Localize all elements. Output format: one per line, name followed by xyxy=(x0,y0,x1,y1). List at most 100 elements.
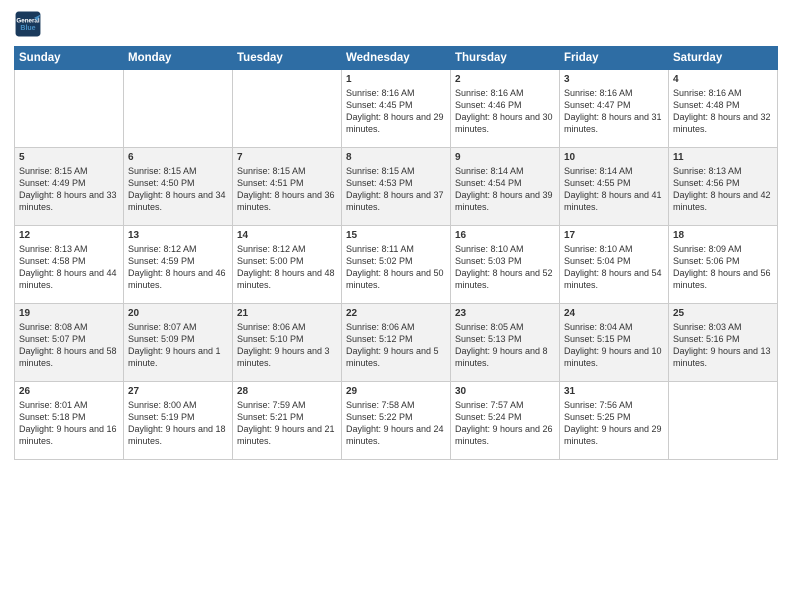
day-number: 11 xyxy=(673,152,773,163)
day-number: 8 xyxy=(346,152,446,163)
calendar-cell: 27 Sunrise: 8:00 AM Sunset: 5:19 PM Dayli… xyxy=(124,382,233,460)
day-number: 24 xyxy=(564,308,664,319)
day-number: 14 xyxy=(237,230,337,241)
day-number: 7 xyxy=(237,152,337,163)
day-number: 31 xyxy=(564,386,664,397)
calendar-table: SundayMondayTuesdayWednesdayThursdayFrid… xyxy=(14,46,778,460)
weekday-header-thursday: Thursday xyxy=(451,47,560,70)
calendar-cell: 21 Sunrise: 8:06 AM Sunset: 5:10 PM Dayli… xyxy=(233,304,342,382)
week-row-1: 5 Sunrise: 8:15 AM Sunset: 4:49 PM Daylig… xyxy=(15,148,778,226)
calendar-cell: 10 Sunrise: 8:14 AM Sunset: 4:55 PM Dayli… xyxy=(560,148,669,226)
calendar-cell: 23 Sunrise: 8:05 AM Sunset: 5:13 PM Dayli… xyxy=(451,304,560,382)
day-number: 15 xyxy=(346,230,446,241)
week-row-0: 1Sunrise: 8:16 AM Sunset: 4:45 PM Daylig… xyxy=(15,70,778,148)
logo: General Blue xyxy=(14,10,42,38)
day-info: Sunrise: 8:00 AM Sunset: 5:19 PM Dayligh… xyxy=(128,399,228,448)
header: General Blue xyxy=(14,10,778,38)
day-info: Sunrise: 8:16 AM Sunset: 4:47 PM Dayligh… xyxy=(564,87,664,136)
day-info: Sunrise: 8:15 AM Sunset: 4:51 PM Dayligh… xyxy=(237,165,337,214)
day-info: Sunrise: 8:15 AM Sunset: 4:49 PM Dayligh… xyxy=(19,165,119,214)
day-number: 9 xyxy=(455,152,555,163)
day-number: 13 xyxy=(128,230,228,241)
day-info: Sunrise: 8:05 AM Sunset: 5:13 PM Dayligh… xyxy=(455,321,555,370)
day-info: Sunrise: 8:16 AM Sunset: 4:46 PM Dayligh… xyxy=(455,87,555,136)
day-number: 12 xyxy=(19,230,119,241)
day-info: Sunrise: 8:07 AM Sunset: 5:09 PM Dayligh… xyxy=(128,321,228,370)
calendar-cell: 4Sunrise: 8:16 AM Sunset: 4:48 PM Daylig… xyxy=(669,70,778,148)
calendar-cell xyxy=(15,70,124,148)
calendar-cell: 25Sunrise: 8:03 AM Sunset: 5:16 PM Dayli… xyxy=(669,304,778,382)
calendar-cell: 12 Sunrise: 8:13 AM Sunset: 4:58 PM Dayli… xyxy=(15,226,124,304)
calendar-cell: 31 Sunrise: 7:56 AM Sunset: 5:25 PM Dayli… xyxy=(560,382,669,460)
day-info: Sunrise: 8:10 AM Sunset: 5:03 PM Dayligh… xyxy=(455,243,555,292)
day-info: Sunrise: 7:57 AM Sunset: 5:24 PM Dayligh… xyxy=(455,399,555,448)
weekday-header-sunday: Sunday xyxy=(15,47,124,70)
calendar-cell: 7 Sunrise: 8:15 AM Sunset: 4:51 PM Daylig… xyxy=(233,148,342,226)
calendar-cell: 22 Sunrise: 8:06 AM Sunset: 5:12 PM Dayli… xyxy=(342,304,451,382)
calendar-cell: 5 Sunrise: 8:15 AM Sunset: 4:49 PM Daylig… xyxy=(15,148,124,226)
calendar-cell: 14 Sunrise: 8:12 AM Sunset: 5:00 PM Dayli… xyxy=(233,226,342,304)
day-number: 3 xyxy=(564,74,664,85)
calendar-cell: 29Sunrise: 7:58 AM Sunset: 5:22 PM Dayli… xyxy=(342,382,451,460)
calendar-cell: 8 Sunrise: 8:15 AM Sunset: 4:53 PM Daylig… xyxy=(342,148,451,226)
calendar-cell: 28 Sunrise: 7:59 AM Sunset: 5:21 PM Dayli… xyxy=(233,382,342,460)
day-number: 25 xyxy=(673,308,773,319)
day-number: 6 xyxy=(128,152,228,163)
calendar-cell: 3 Sunrise: 8:16 AM Sunset: 4:47 PM Daylig… xyxy=(560,70,669,148)
day-info: Sunrise: 8:12 AM Sunset: 5:00 PM Dayligh… xyxy=(237,243,337,292)
calendar-cell: 9 Sunrise: 8:14 AM Sunset: 4:54 PM Daylig… xyxy=(451,148,560,226)
day-info: Sunrise: 8:11 AM Sunset: 5:02 PM Dayligh… xyxy=(346,243,446,292)
day-number: 19 xyxy=(19,308,119,319)
svg-text:Blue: Blue xyxy=(20,25,35,32)
day-info: Sunrise: 8:14 AM Sunset: 4:55 PM Dayligh… xyxy=(564,165,664,214)
calendar-cell: 6Sunrise: 8:15 AM Sunset: 4:50 PM Daylig… xyxy=(124,148,233,226)
day-info: Sunrise: 8:04 AM Sunset: 5:15 PM Dayligh… xyxy=(564,321,664,370)
day-number: 18 xyxy=(673,230,773,241)
day-number: 29 xyxy=(346,386,446,397)
day-number: 2 xyxy=(455,74,555,85)
weekday-header-wednesday: Wednesday xyxy=(342,47,451,70)
calendar-cell: 24 Sunrise: 8:04 AM Sunset: 5:15 PM Dayli… xyxy=(560,304,669,382)
day-info: Sunrise: 7:59 AM Sunset: 5:21 PM Dayligh… xyxy=(237,399,337,448)
calendar-cell xyxy=(124,70,233,148)
day-info: Sunrise: 7:56 AM Sunset: 5:25 PM Dayligh… xyxy=(564,399,664,448)
day-number: 22 xyxy=(346,308,446,319)
calendar-cell: 2 Sunrise: 8:16 AM Sunset: 4:46 PM Daylig… xyxy=(451,70,560,148)
calendar-cell: 16 Sunrise: 8:10 AM Sunset: 5:03 PM Dayli… xyxy=(451,226,560,304)
day-number: 10 xyxy=(564,152,664,163)
day-number: 23 xyxy=(455,308,555,319)
day-number: 26 xyxy=(19,386,119,397)
day-number: 28 xyxy=(237,386,337,397)
day-info: Sunrise: 8:15 AM Sunset: 4:53 PM Dayligh… xyxy=(346,165,446,214)
day-info: Sunrise: 8:06 AM Sunset: 5:10 PM Dayligh… xyxy=(237,321,337,370)
day-number: 17 xyxy=(564,230,664,241)
day-info: Sunrise: 8:12 AM Sunset: 4:59 PM Dayligh… xyxy=(128,243,228,292)
day-number: 16 xyxy=(455,230,555,241)
calendar-cell: 26Sunrise: 8:01 AM Sunset: 5:18 PM Dayli… xyxy=(15,382,124,460)
page-container: General Blue SundayMondayTuesdayWednesda… xyxy=(0,0,792,466)
day-number: 1 xyxy=(346,74,446,85)
day-number: 20 xyxy=(128,308,228,319)
day-number: 5 xyxy=(19,152,119,163)
day-info: Sunrise: 8:13 AM Sunset: 4:58 PM Dayligh… xyxy=(19,243,119,292)
week-row-3: 19Sunrise: 8:08 AM Sunset: 5:07 PM Dayli… xyxy=(15,304,778,382)
weekday-header-row: SundayMondayTuesdayWednesdayThursdayFrid… xyxy=(15,47,778,70)
day-number: 21 xyxy=(237,308,337,319)
day-info: Sunrise: 8:06 AM Sunset: 5:12 PM Dayligh… xyxy=(346,321,446,370)
calendar-cell xyxy=(669,382,778,460)
logo-icon: General Blue xyxy=(14,10,42,38)
weekday-header-saturday: Saturday xyxy=(669,47,778,70)
day-number: 30 xyxy=(455,386,555,397)
calendar-cell: 20 Sunrise: 8:07 AM Sunset: 5:09 PM Dayli… xyxy=(124,304,233,382)
calendar-cell: 1Sunrise: 8:16 AM Sunset: 4:45 PM Daylig… xyxy=(342,70,451,148)
calendar-cell: 15 Sunrise: 8:11 AM Sunset: 5:02 PM Dayli… xyxy=(342,226,451,304)
day-info: Sunrise: 8:13 AM Sunset: 4:56 PM Dayligh… xyxy=(673,165,773,214)
day-number: 27 xyxy=(128,386,228,397)
day-info: Sunrise: 8:14 AM Sunset: 4:54 PM Dayligh… xyxy=(455,165,555,214)
weekday-header-friday: Friday xyxy=(560,47,669,70)
day-info: Sunrise: 8:10 AM Sunset: 5:04 PM Dayligh… xyxy=(564,243,664,292)
calendar-cell: 11 Sunrise: 8:13 AM Sunset: 4:56 PM Dayli… xyxy=(669,148,778,226)
day-number: 4 xyxy=(673,74,773,85)
weekday-header-monday: Monday xyxy=(124,47,233,70)
calendar-cell: 19Sunrise: 8:08 AM Sunset: 5:07 PM Dayli… xyxy=(15,304,124,382)
